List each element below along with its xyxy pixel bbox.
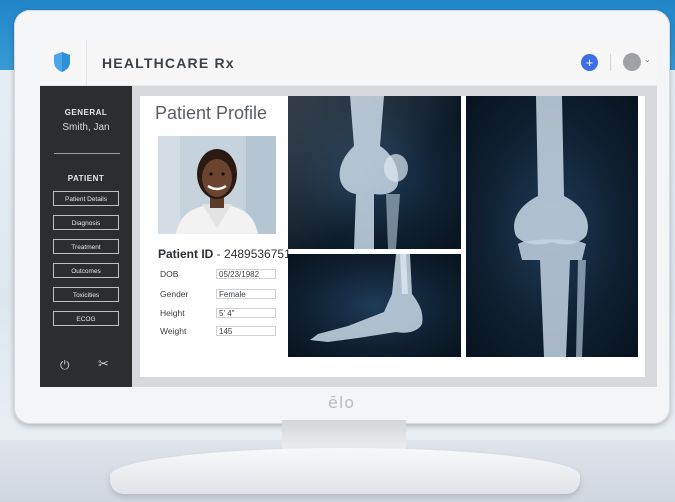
- height-field[interactable]: 5' 4": [216, 308, 276, 318]
- sidebar-divider: [54, 153, 120, 154]
- monitor-stand-base: [110, 448, 580, 494]
- sidebar-section-general: GENERAL: [64, 108, 108, 117]
- xray-knee-frontal[interactable]: [466, 96, 638, 357]
- gender-label: Gender: [160, 289, 189, 299]
- page-title: Patient Profile: [155, 103, 268, 123]
- xray-knee-lateral[interactable]: [288, 96, 461, 249]
- weight-label: Weight: [160, 326, 187, 336]
- patient-id-value: 2489536751: [224, 247, 291, 261]
- chevron-down-icon[interactable]: ⌄: [644, 55, 651, 64]
- app-logo[interactable]: [40, 40, 87, 85]
- dob-label: DOB: [160, 269, 179, 279]
- sidebar-patient-name[interactable]: Smith, Jan: [40, 122, 132, 133]
- tools-icon[interactable]: ✂: [98, 356, 109, 372]
- content-area: GENERAL Smith, Jan PATIENT Patient Detai…: [40, 86, 657, 387]
- sidebar-item-toxicities[interactable]: Toxicities: [53, 287, 119, 302]
- app-title: HEALTHCARE Rx: [102, 55, 235, 71]
- topbar-divider: [610, 54, 611, 71]
- sidebar-item-outcomes[interactable]: Outcomes: [53, 263, 119, 278]
- patient-id-separator: -: [213, 247, 225, 261]
- user-avatar[interactable]: [623, 53, 641, 71]
- app-screen: HEALTHCARE Rx + ⌄ GENERAL Smith, Jan PAT…: [40, 40, 657, 387]
- patient-id-label: Patient ID: [158, 247, 214, 261]
- patient-id: Patient ID - 2489536751: [158, 247, 291, 261]
- sidebar-item-treatment[interactable]: Treatment: [53, 239, 119, 254]
- sidebar-item-ecog[interactable]: ECOG: [53, 311, 119, 326]
- sidebar: GENERAL Smith, Jan PATIENT Patient Detai…: [40, 86, 132, 387]
- gender-field[interactable]: Female: [216, 289, 276, 299]
- sidebar-item-diagnosis[interactable]: Diagnosis: [53, 215, 119, 230]
- patient-photo: [158, 136, 276, 234]
- top-bar: HEALTHCARE Rx + ⌄: [40, 40, 657, 86]
- plus-icon: +: [585, 55, 594, 70]
- sidebar-section-patient: PATIENT: [67, 174, 105, 183]
- height-label: Height: [160, 308, 185, 318]
- dob-field[interactable]: 05/23/1982: [216, 269, 276, 279]
- xray-foot[interactable]: [288, 254, 461, 357]
- monitor-brand-logo: ēlo: [328, 393, 356, 412]
- power-icon[interactable]: ⏻: [60, 358, 70, 373]
- patient-profile-panel: Patient Profile Patient ID - 2489536751 …: [140, 96, 645, 377]
- weight-field[interactable]: 145: [216, 326, 276, 336]
- sidebar-item-patient-details[interactable]: Patient Details: [53, 191, 119, 206]
- add-button[interactable]: +: [581, 54, 598, 71]
- shield-icon: [54, 52, 70, 72]
